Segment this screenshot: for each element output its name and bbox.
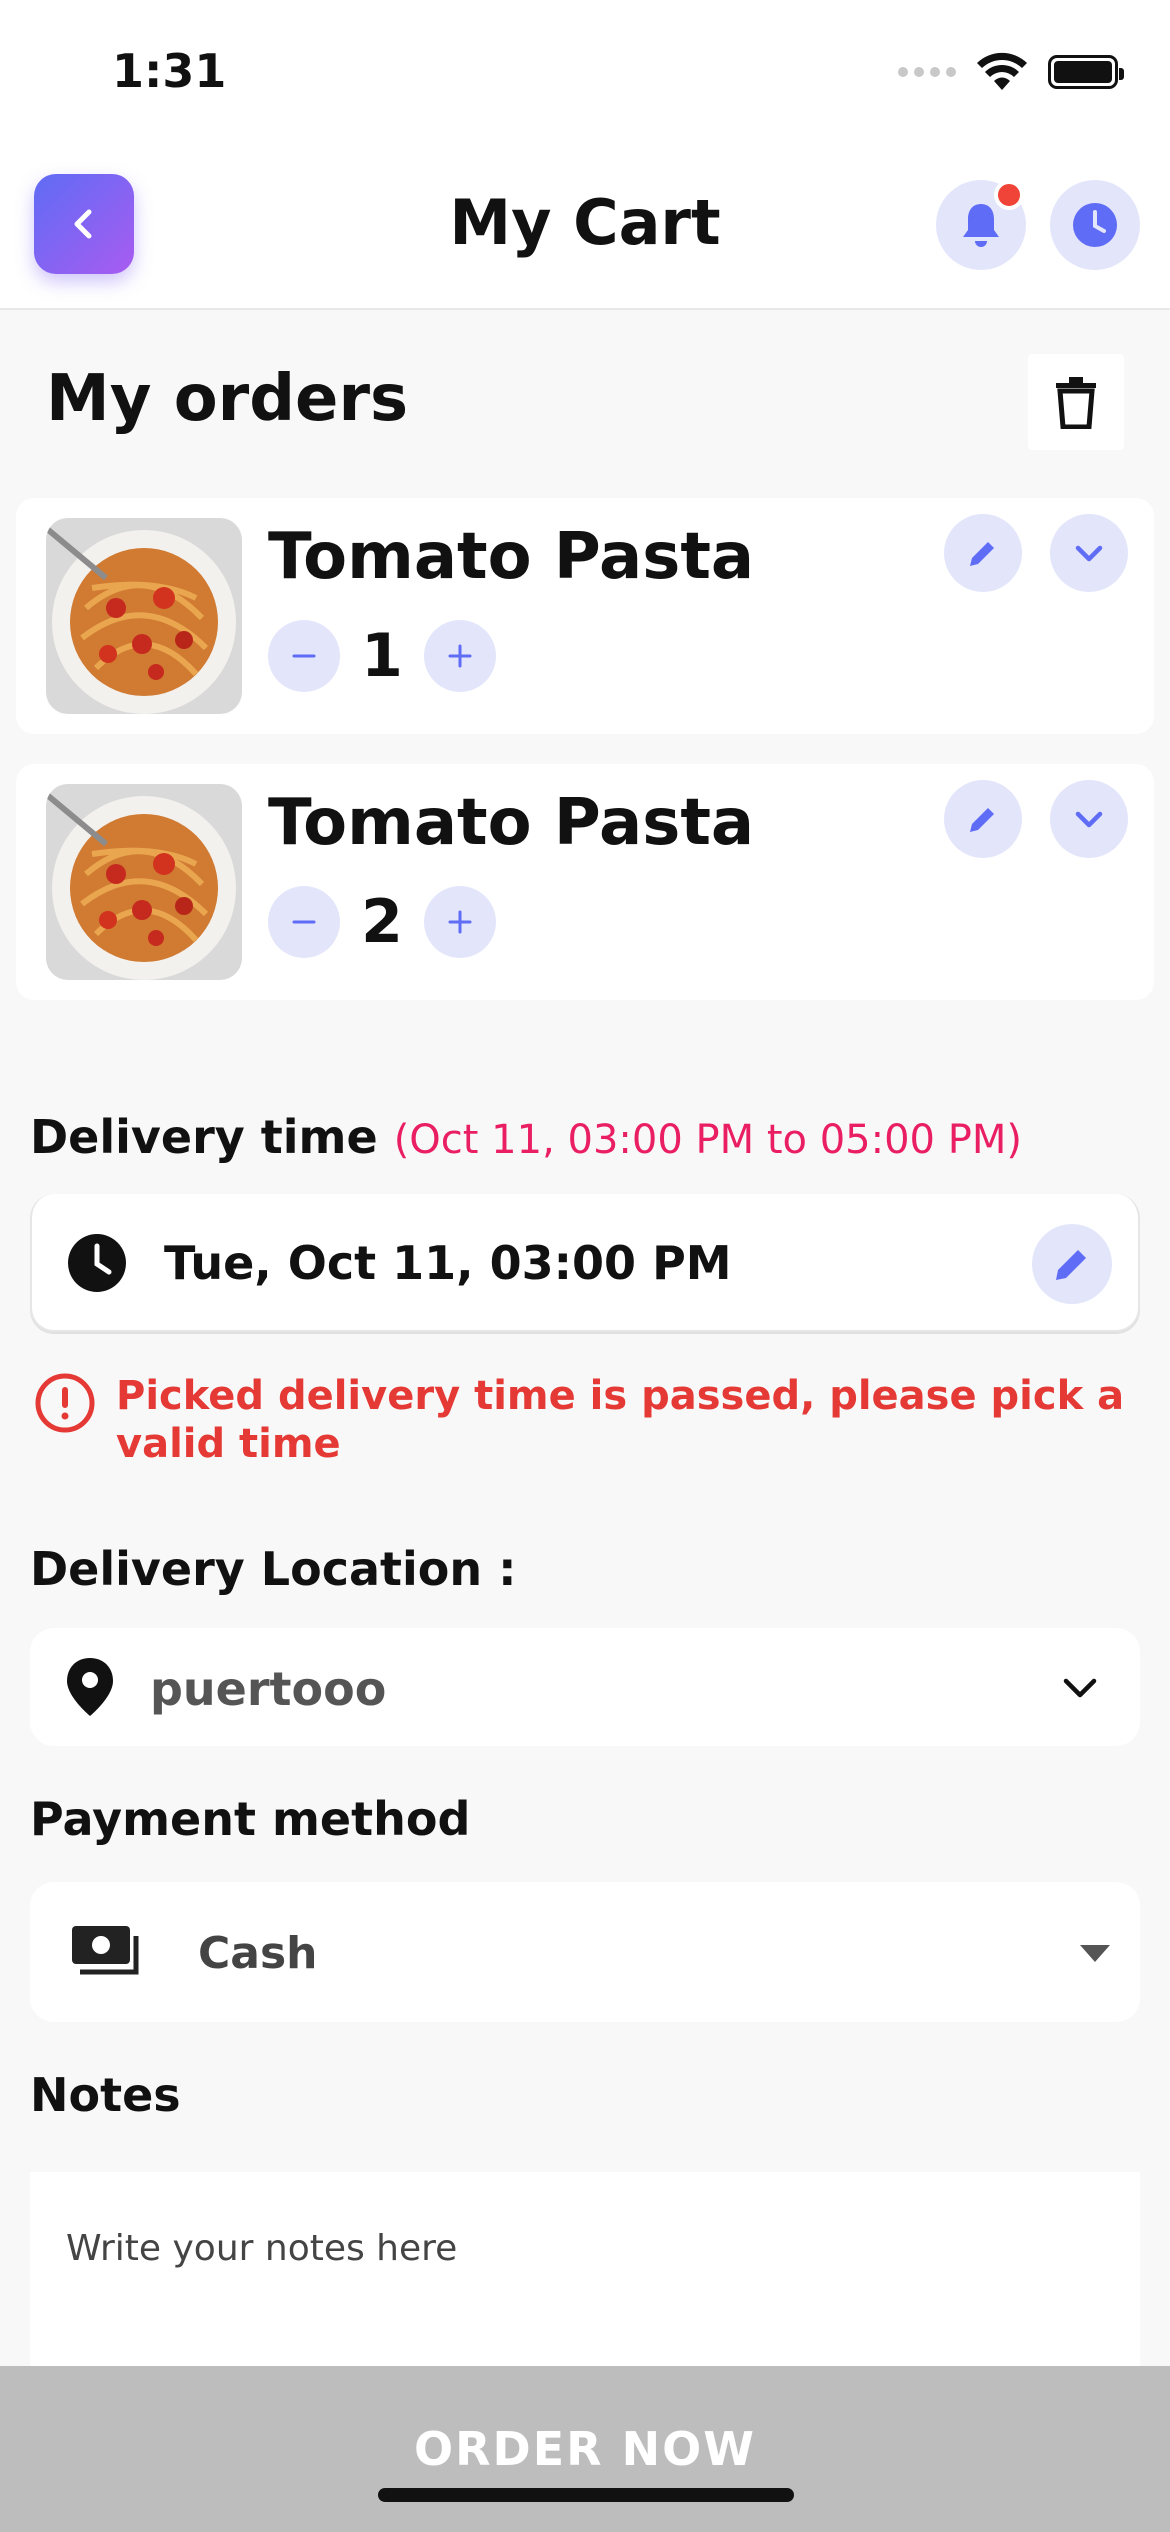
order-item-card: Tomato Pasta 2	[16, 764, 1154, 1000]
notes-label: Notes	[30, 2068, 181, 2122]
increase-quantity-button[interactable]	[424, 886, 496, 958]
payment-method-dropdown[interactable]: Cash	[30, 1882, 1140, 2022]
delivery-time-label-text: Delivery time	[30, 1110, 378, 1164]
chevron-down-icon	[1075, 545, 1103, 562]
expand-item-button[interactable]	[1050, 780, 1128, 858]
item-name: Tomato Pasta	[268, 520, 755, 594]
quantity-stepper: 2	[268, 886, 496, 958]
quantity-stepper: 1	[268, 620, 496, 692]
orders-title: My orders	[46, 362, 409, 436]
payment-method-label: Payment method	[30, 1792, 471, 1846]
app-header: My Cart	[0, 150, 1170, 310]
pencil-icon	[970, 542, 994, 566]
cellular-signal-icon	[898, 67, 956, 77]
delivery-location-value: puertooo	[150, 1662, 387, 1716]
delivery-time-value: Tue, Oct 11, 03:00 PM	[164, 1236, 732, 1290]
chevron-down-icon	[1075, 811, 1103, 828]
item-name: Tomato Pasta	[268, 786, 755, 860]
cash-icon	[72, 1926, 139, 1975]
order-now-button[interactable]: ORDER NOW	[0, 2366, 1170, 2532]
clock-icon	[68, 1234, 126, 1292]
food-image	[46, 518, 242, 714]
battery-icon	[1048, 55, 1124, 89]
location-pin-icon	[67, 1658, 113, 1716]
expand-item-button[interactable]	[1050, 514, 1128, 592]
wifi-icon	[977, 52, 1027, 90]
pencil-icon	[1056, 1250, 1086, 1280]
order-item-card: Tomato Pasta 1	[16, 498, 1154, 734]
order-history-button[interactable]	[1050, 180, 1140, 270]
status-time: 1:31	[112, 44, 227, 98]
decrease-quantity-button[interactable]	[268, 620, 340, 692]
food-image	[46, 784, 242, 980]
notification-badge	[994, 180, 1024, 210]
notes-input[interactable]	[66, 2228, 1066, 2269]
clear-cart-button[interactable]	[1028, 354, 1124, 450]
delivery-location-label: Delivery Location :	[30, 1542, 517, 1596]
edit-item-button[interactable]	[944, 514, 1022, 592]
delivery-time-error: Picked delivery time is passed, please p…	[34, 1372, 1134, 1468]
plus-icon	[448, 910, 472, 934]
notes-field	[30, 2172, 1140, 2372]
minus-icon	[292, 920, 316, 924]
delivery-time-field[interactable]: Tue, Oct 11, 03:00 PM	[30, 1194, 1140, 1332]
pencil-icon	[970, 808, 994, 832]
bell-icon	[963, 204, 999, 247]
order-now-label: ORDER NOW	[414, 2422, 756, 2476]
status-bar: 1:31	[0, 0, 1170, 150]
status-icons	[898, 52, 1124, 92]
minus-icon	[292, 654, 316, 658]
delivery-time-label: Delivery time (Oct 11, 03:00 PM to 05:00…	[30, 1110, 1022, 1164]
increase-quantity-button[interactable]	[424, 620, 496, 692]
plus-icon	[448, 644, 472, 668]
quantity-value: 2	[361, 887, 403, 957]
error-message: Picked delivery time is passed, please p…	[116, 1373, 1125, 1467]
home-indicator	[378, 2488, 794, 2502]
delivery-location-dropdown[interactable]: puertooo	[30, 1628, 1140, 1746]
edit-item-button[interactable]	[944, 780, 1022, 858]
payment-method-value: Cash	[198, 1928, 318, 1979]
decrease-quantity-button[interactable]	[268, 886, 340, 958]
caret-down-icon	[1080, 1945, 1110, 1962]
delivery-time-range: (Oct 11, 03:00 PM to 05:00 PM)	[393, 1117, 1022, 1163]
edit-delivery-time-button[interactable]	[1032, 1224, 1112, 1304]
trash-icon	[1056, 377, 1096, 429]
quantity-value: 1	[361, 621, 403, 691]
chevron-down-icon	[1063, 1678, 1097, 1698]
error-icon	[35, 1373, 95, 1433]
clock-icon	[1073, 203, 1117, 247]
